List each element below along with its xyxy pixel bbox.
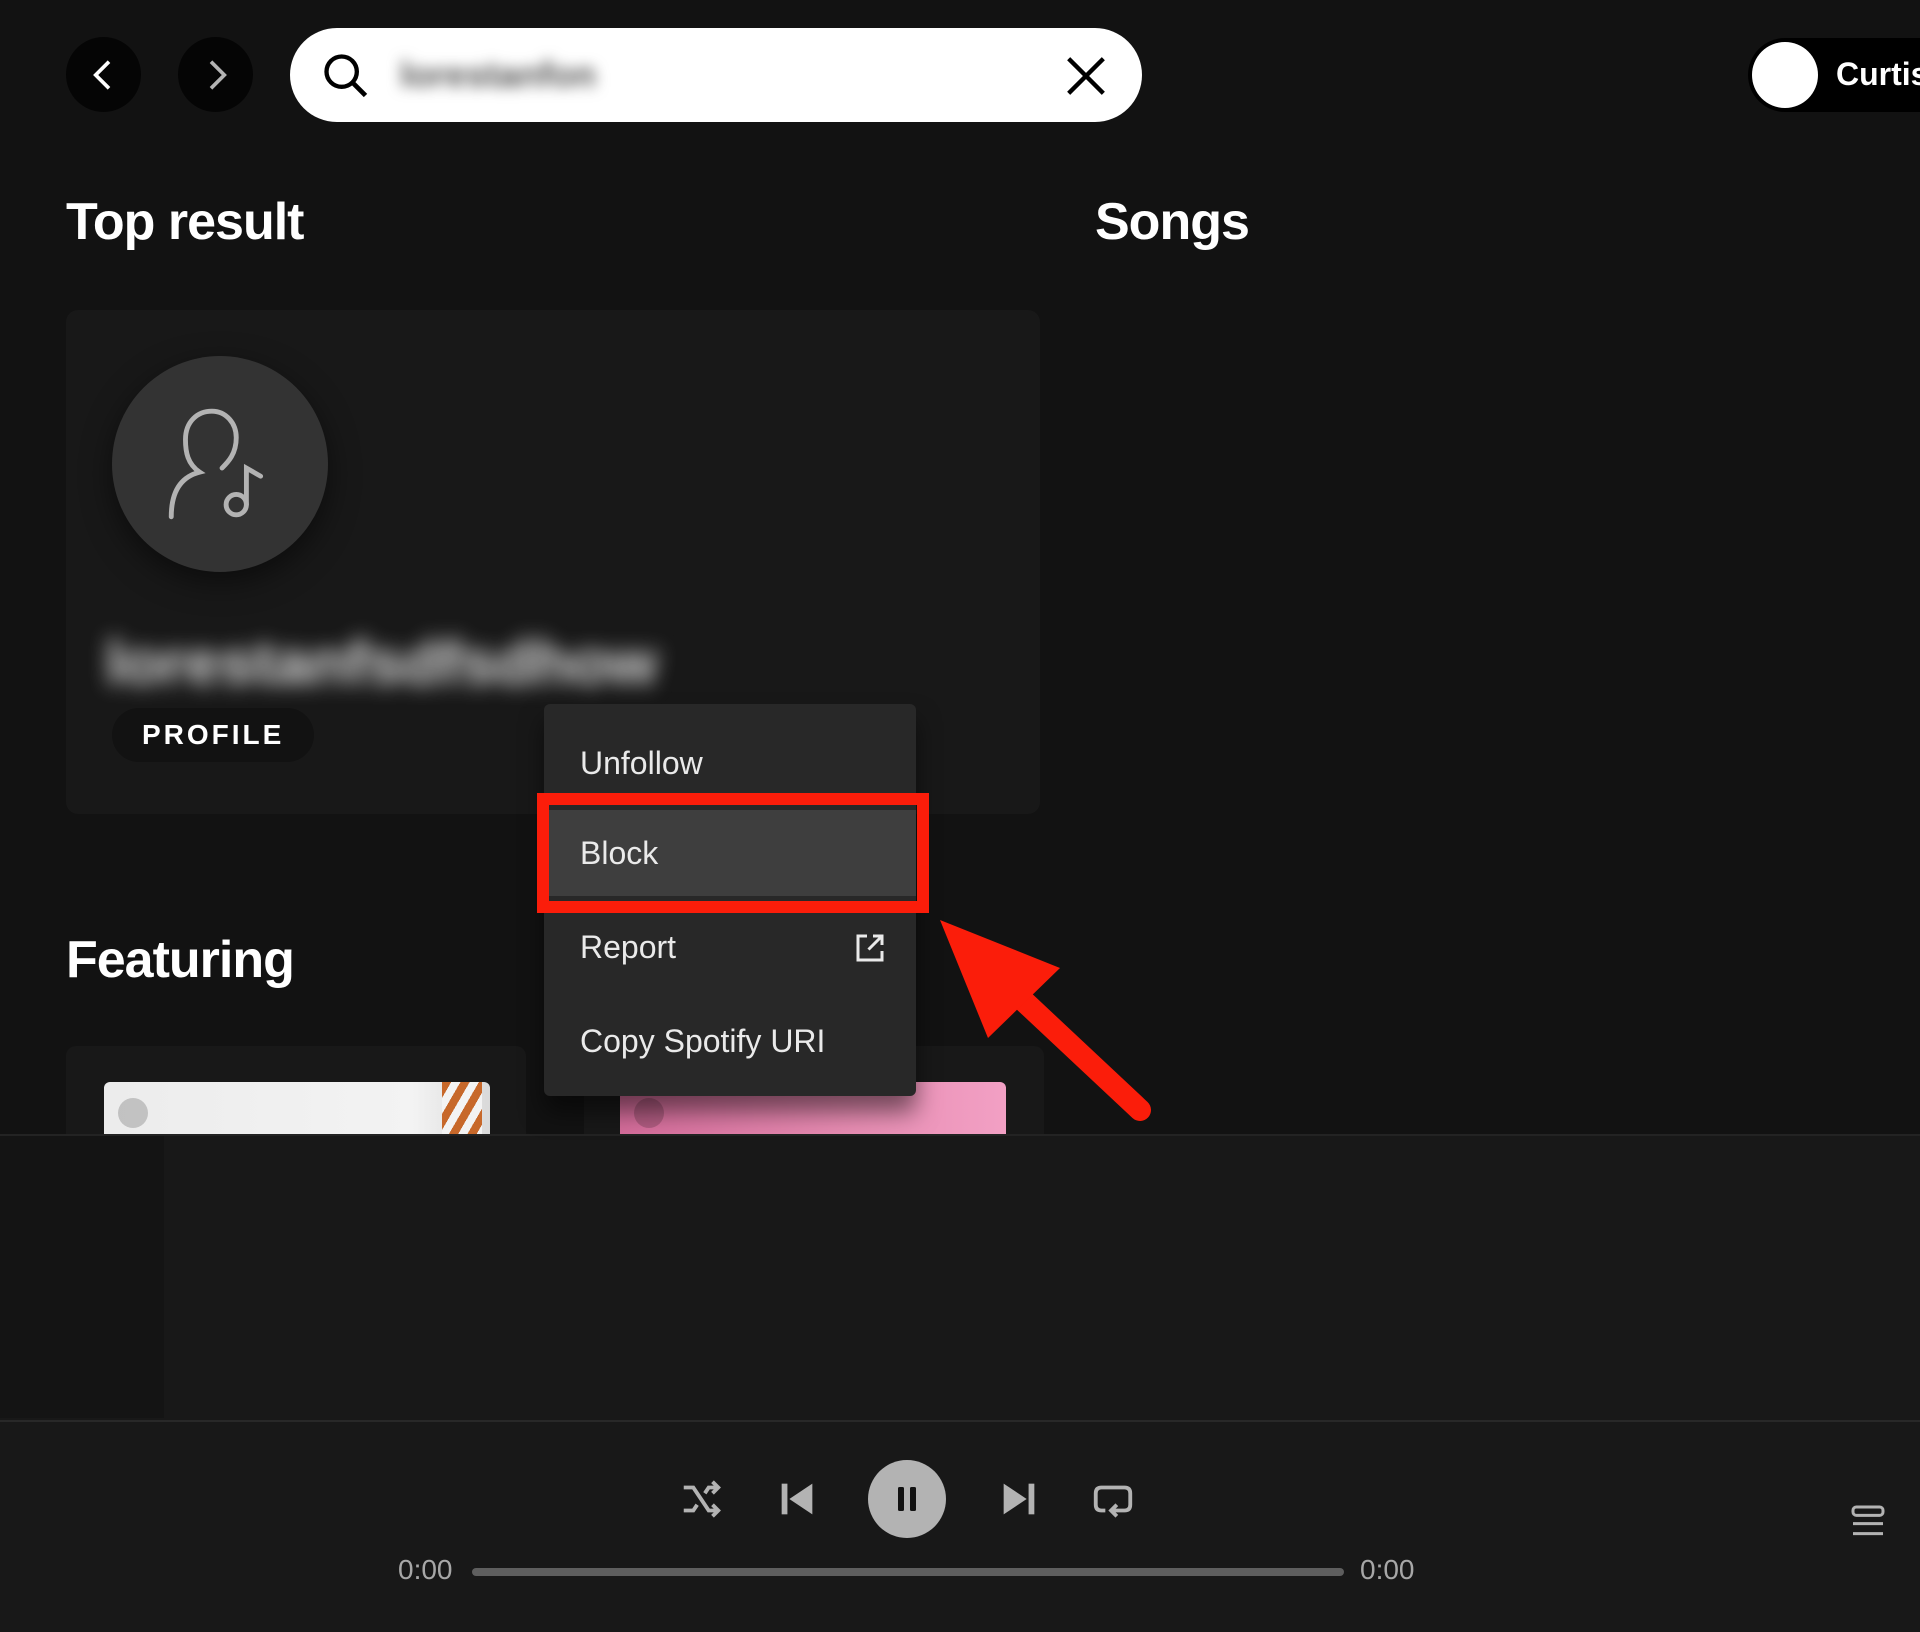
previous-button[interactable] — [774, 1476, 820, 1522]
repeat-icon — [1093, 1485, 1133, 1518]
user-name: Curtis — [1836, 56, 1920, 92]
songs-heading: Songs — [1095, 193, 1250, 251]
spotify-logo-icon — [118, 1098, 148, 1128]
avatar — [1752, 42, 1818, 108]
spotify-logo-icon — [634, 1098, 664, 1128]
cover-art-decoration — [442, 1082, 482, 1134]
queue-icon — [1851, 1505, 1885, 1536]
close-icon[interactable] — [1060, 50, 1112, 102]
pause-icon — [898, 1487, 916, 1511]
main-lower-area — [0, 1134, 1920, 1420]
menu-item-copy-uri[interactable]: Copy Spotify URI — [544, 998, 916, 1084]
profile-avatar — [112, 356, 328, 572]
next-button[interactable] — [996, 1476, 1042, 1522]
pause-button[interactable] — [868, 1460, 946, 1538]
type-badge: PROFILE — [112, 708, 315, 762]
previous-icon — [781, 1483, 813, 1515]
pointer-arrow-icon — [940, 920, 1151, 1121]
chevron-right-icon — [209, 59, 227, 90]
repeat-button[interactable] — [1090, 1476, 1136, 1522]
now-playing-bar — [0, 1420, 1920, 1632]
left-panel — [0, 1136, 164, 1418]
playlist-cover — [104, 1082, 490, 1134]
progress-bar[interactable] — [472, 1568, 1344, 1576]
profile-name[interactable]: lorestanfsdfsdhow — [106, 628, 657, 699]
external-link-icon — [856, 934, 884, 962]
next-icon — [1003, 1483, 1035, 1515]
featuring-heading: Featuring — [66, 931, 295, 989]
search-query[interactable]: lorestanfon — [400, 54, 596, 96]
forward-button[interactable] — [178, 37, 253, 112]
shuffle-button[interactable] — [678, 1476, 724, 1522]
duration-time: 0:00 — [1360, 1554, 1415, 1585]
elapsed-time: 0:00 — [398, 1554, 453, 1585]
search-icon — [324, 54, 368, 98]
top-bar: lorestanfon Curtis — [0, 0, 1920, 150]
queue-button[interactable] — [1848, 1502, 1888, 1542]
search-input[interactable]: lorestanfon — [290, 28, 1142, 122]
highlight-box — [537, 793, 929, 913]
chevron-left-icon — [92, 59, 110, 90]
artist-icon — [168, 408, 264, 520]
back-button[interactable] — [66, 37, 141, 112]
shuffle-icon — [683, 1480, 721, 1518]
menu-item-report-label: Report — [580, 929, 677, 965]
user-menu-button[interactable]: Curtis — [1748, 38, 1920, 112]
featuring-card[interactable] — [66, 1046, 526, 1134]
top-result-heading: Top result — [66, 193, 304, 251]
menu-item-report[interactable]: Report — [544, 904, 916, 990]
